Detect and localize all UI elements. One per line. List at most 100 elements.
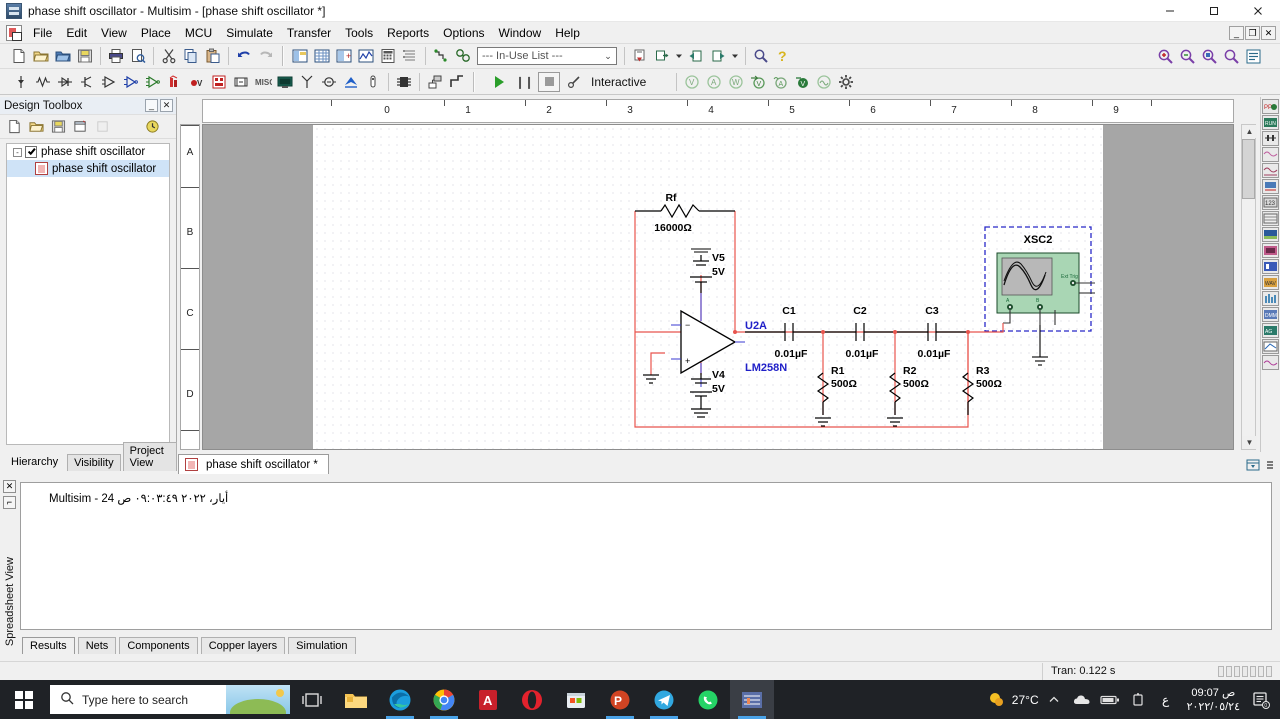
save-icon[interactable]: [74, 45, 96, 67]
place-basic-icon[interactable]: [32, 71, 54, 93]
menu-options[interactable]: Options: [436, 23, 491, 43]
taskbar-clock[interactable]: 09:07 ص ٢٠٢٢/٠٥/٢٤: [1181, 686, 1246, 714]
toggle-design-toolbox-icon[interactable]: [289, 45, 311, 67]
toggle-spreadsheet-view-icon[interactable]: [311, 45, 333, 67]
palette-item-13[interactable]: DMM: [1262, 307, 1279, 322]
prev-sheet-icon[interactable]: [685, 45, 707, 67]
menu-window[interactable]: Window: [492, 23, 549, 43]
onedrive-icon[interactable]: [1069, 680, 1095, 719]
scroll-up-arrow[interactable]: ▲: [1242, 125, 1257, 138]
checkbox-checked-icon[interactable]: [25, 146, 37, 158]
cut-icon[interactable]: [158, 45, 180, 67]
whatsapp-icon[interactable]: [686, 680, 730, 719]
spreadsheet-tab-results[interactable]: Results: [22, 637, 75, 654]
back-annotate-icon[interactable]: [629, 45, 651, 67]
postprocessor-icon[interactable]: [377, 45, 399, 67]
open-design-icon[interactable]: [52, 45, 74, 67]
ac-sweep-icon[interactable]: A: [703, 71, 725, 93]
design-tree[interactable]: - phase shift oscillator phase shift osc…: [6, 143, 170, 445]
menu-mcu[interactable]: MCU: [178, 23, 219, 43]
menu-help[interactable]: Help: [548, 23, 587, 43]
place-mixed-icon[interactable]: V: [186, 71, 208, 93]
run-simulation-icon[interactable]: [488, 71, 510, 93]
language-icon[interactable]: ع: [1153, 680, 1179, 719]
transient-icon[interactable]: W: [725, 71, 747, 93]
palette-item-2[interactable]: [1262, 131, 1279, 146]
place-bus-icon[interactable]: [446, 71, 468, 93]
telegram-icon[interactable]: [642, 680, 686, 719]
palette-item-4[interactable]: [1262, 163, 1279, 178]
place-transistor-icon[interactable]: [76, 71, 98, 93]
print-icon[interactable]: [105, 45, 127, 67]
place-diode-icon[interactable]: [54, 71, 76, 93]
spreadsheet-tab-nets[interactable]: Nets: [77, 637, 117, 654]
palette-item-9[interactable]: [1262, 243, 1279, 258]
google-chrome-icon[interactable]: [422, 680, 466, 719]
electrical-rules-check-icon[interactable]: [430, 45, 452, 67]
chevron-down-icon[interactable]: ⌄: [600, 51, 616, 62]
battery-icon[interactable]: [1097, 680, 1123, 719]
show-hidden-icons-chevron[interactable]: [1041, 680, 1067, 719]
history-icon[interactable]: [142, 117, 162, 137]
zoom-area-icon[interactable]: [1198, 45, 1220, 67]
spreadsheet-tab-components[interactable]: Components: [119, 637, 198, 654]
copy-icon[interactable]: [180, 45, 202, 67]
place-ttl-icon[interactable]: [120, 71, 142, 93]
place-source-icon[interactable]: [10, 71, 32, 93]
new-sheet-icon[interactable]: [70, 117, 90, 137]
palette-item-7[interactable]: [1262, 211, 1279, 226]
place-misc-icon[interactable]: MISC: [252, 71, 274, 93]
microsoft-edge-icon[interactable]: [378, 680, 422, 719]
toggle-sim-switch-icon[interactable]: +: [333, 45, 355, 67]
print-preview-icon[interactable]: [127, 45, 149, 67]
fourier-icon[interactable]: [813, 71, 835, 93]
tab-hierarchy[interactable]: Hierarchy: [4, 453, 66, 471]
palette-item-6[interactable]: 123: [1262, 195, 1279, 210]
zoom-in-icon[interactable]: [1154, 45, 1176, 67]
place-indicator-icon[interactable]: [208, 71, 230, 93]
place-electromechanical-icon[interactable]: [318, 71, 340, 93]
mdi-close-button[interactable]: ✕: [1261, 25, 1276, 40]
spreadsheet-close-button[interactable]: ✕: [3, 480, 16, 493]
window-maximize-button[interactable]: [1192, 0, 1236, 22]
menu-edit[interactable]: Edit: [59, 23, 94, 43]
new-document-icon[interactable]: [8, 45, 30, 67]
palette-item-8[interactable]: [1262, 227, 1279, 242]
design-toolbox-close-button[interactable]: ✕: [160, 99, 173, 112]
tab-overflow-icon[interactable]: [1265, 458, 1275, 472]
pause-simulation-icon[interactable]: ❙❙: [513, 71, 535, 93]
search-input[interactable]: Type here to search: [50, 685, 290, 714]
capture-screen-area-icon[interactable]: [452, 45, 474, 67]
palette-item-0[interactable]: PP: [1262, 99, 1279, 114]
menu-place[interactable]: Place: [134, 23, 178, 43]
place-rf-icon[interactable]: [296, 71, 318, 93]
place-advanced-peripheral-icon[interactable]: [274, 71, 296, 93]
adobe-acrobat-icon[interactable]: A: [466, 680, 510, 719]
undo-icon[interactable]: [233, 45, 255, 67]
menu-simulate[interactable]: Simulate: [219, 23, 280, 43]
redo-icon[interactable]: [255, 45, 277, 67]
place-cmos-icon[interactable]: [142, 71, 164, 93]
dc-operating-point-icon[interactable]: V: [681, 71, 703, 93]
tree-node-sheet[interactable]: phase shift oscillator: [7, 160, 169, 177]
powerpoint-icon[interactable]: P: [598, 680, 642, 719]
tab-list-icon[interactable]: [1246, 458, 1260, 472]
place-connector-icon[interactable]: [362, 71, 384, 93]
window-minimize-button[interactable]: [1148, 0, 1192, 22]
mdi-minimize-button[interactable]: _: [1229, 25, 1244, 40]
scroll-down-arrow[interactable]: ▼: [1242, 436, 1257, 449]
place-analog-icon[interactable]: [98, 71, 120, 93]
place-nimyrio-icon[interactable]: [340, 71, 362, 93]
ac-analysis-icon[interactable]: A: [769, 71, 791, 93]
next-sheet-icon[interactable]: [707, 45, 729, 67]
palette-item-1[interactable]: RUN: [1262, 115, 1279, 130]
palette-item-11[interactable]: WAV: [1262, 275, 1279, 290]
dc-sweep-icon[interactable]: V: [747, 71, 769, 93]
microsoft-store-icon[interactable]: [554, 680, 598, 719]
palette-item-15[interactable]: [1262, 339, 1279, 354]
mdi-restore-button[interactable]: ❐: [1245, 25, 1260, 40]
spreadsheet-pin-button[interactable]: ⌐: [3, 496, 16, 509]
notification-center-icon[interactable]: 0: [1248, 680, 1274, 719]
vertical-scroll-thumb[interactable]: [1242, 139, 1255, 199]
menu-file[interactable]: File: [26, 23, 59, 43]
